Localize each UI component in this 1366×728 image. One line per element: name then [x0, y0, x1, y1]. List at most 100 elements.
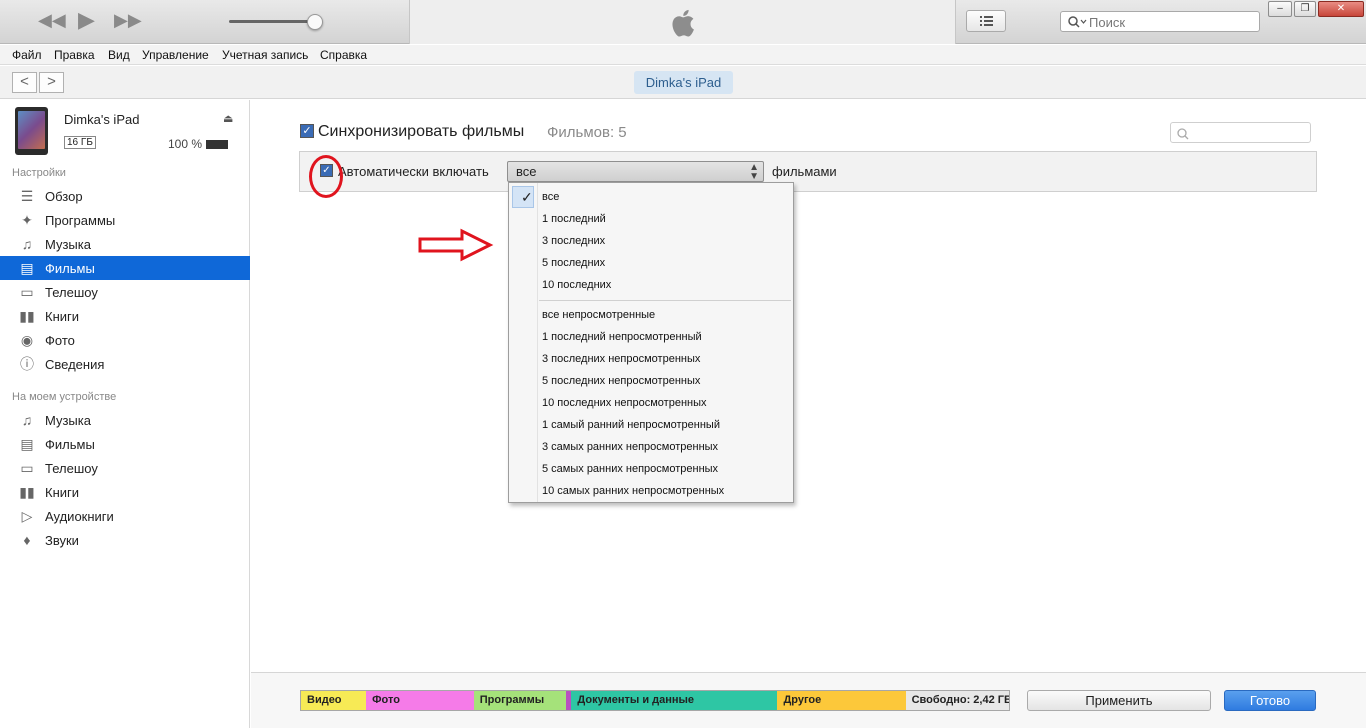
sidebar-item-label: Книги — [45, 485, 80, 500]
sidebar-item-label: Звуки — [45, 533, 79, 548]
device-capacity: 16 ГБ — [64, 136, 96, 149]
dropdown-option[interactable]: 3 последних — [542, 235, 605, 247]
apps-icon: ✦ — [21, 212, 33, 228]
capacity-segment: Программы — [473, 691, 567, 710]
sidebar-item-books[interactable]: ▮▮ Книги — [0, 304, 250, 328]
search-icon — [1177, 128, 1189, 140]
list-view-button[interactable] — [966, 10, 1006, 32]
dropdown-option[interactable]: все — [542, 191, 559, 203]
dropdown-option[interactable]: 10 самых ранних непросмотренных — [542, 485, 724, 497]
device-name: Dimka's iPad — [64, 112, 140, 127]
dropdown-option[interactable]: 5 последних непросмотренных — [542, 375, 700, 387]
sidebar-item-label: Музыка — [45, 237, 91, 252]
dropdown-option[interactable]: 5 самых ранних непросмотренных — [542, 463, 718, 475]
device-button[interactable]: Dimka's iPad — [634, 71, 733, 94]
dropdown-option[interactable]: 10 последних — [542, 279, 611, 291]
sidebar-item-label: Книги — [45, 309, 80, 324]
back-button[interactable]: < — [12, 72, 37, 93]
sidebar-item-overview[interactable]: ☰ Обзор — [0, 184, 250, 208]
film-icon: ▤ — [20, 436, 34, 452]
dropdown-menu: ✓ все 1 последний 3 последних 5 последни… — [508, 182, 794, 503]
sidebar-item-label: Телешоу — [45, 461, 98, 476]
volume-knob[interactable] — [306, 14, 323, 30]
sidebar-item-device-tv[interactable]: ▭ Телешоу — [0, 456, 250, 480]
sidebar-item-photos[interactable]: ◉ Фото — [0, 328, 250, 352]
tv-icon: ▭ — [20, 460, 34, 476]
capacity-segment: Свободно: 2,42 ГБ — [905, 691, 1009, 710]
search-input[interactable]: Поиск — [1060, 11, 1260, 32]
done-button[interactable]: Готово — [1224, 690, 1316, 711]
music-icon: ♫ — [21, 236, 33, 252]
sidebar-item-label: Программы — [45, 213, 116, 228]
minimize-button[interactable]: – — [1268, 1, 1292, 17]
dropdown-option[interactable]: 1 самый ранний непросмотренный — [542, 419, 720, 431]
sidebar-item-label: Фото — [45, 333, 75, 348]
sidebar-item-label: Фильмы — [45, 437, 95, 452]
dropdown-option[interactable]: 3 последних непросмотренных — [542, 353, 700, 365]
sync-movies-checkbox[interactable]: ✓ — [300, 124, 314, 138]
film-icon: ▤ — [20, 260, 34, 276]
search-icon — [1068, 16, 1087, 28]
close-button[interactable]: ✕ — [1318, 1, 1364, 17]
restore-button[interactable]: ❐ — [1294, 1, 1316, 17]
chevron-updown-icon: ▲ ▼ — [749, 162, 759, 182]
battery-percent: 100 % — [168, 137, 203, 151]
sidebar-item-label: Фильмы — [45, 261, 95, 276]
dropdown-option[interactable]: 5 последних — [542, 257, 605, 269]
sidebar-item-device-tones[interactable]: ♦ Звуки — [0, 528, 250, 552]
menu-view[interactable]: Вид — [108, 48, 130, 62]
overview-icon: ☰ — [20, 188, 34, 204]
auto-include-select[interactable]: все ▲ ▼ — [507, 161, 764, 182]
fast-forward-icon[interactable]: ▶▶ — [114, 10, 142, 31]
tv-icon: ▭ — [20, 284, 34, 300]
navigation-row: < > Dimka's iPad — [0, 66, 1366, 99]
capacity-segment: Фото — [366, 691, 474, 710]
audiobook-icon: ▷ — [21, 508, 33, 524]
sidebar-item-device-music[interactable]: ♫ Музыка — [0, 408, 250, 432]
dropdown-option[interactable]: все непросмотренные — [542, 309, 655, 321]
sidebar-item-label: Музыка — [45, 413, 91, 428]
checkmark-icon: ✓ — [521, 189, 533, 205]
list-icon — [980, 16, 993, 26]
auto-include-label: Автоматически включать — [338, 164, 489, 179]
films-word: фильмами — [772, 164, 837, 179]
capacity-segment: Видео — [301, 691, 367, 710]
sidebar-item-music[interactable]: ♫ Музыка — [0, 232, 250, 256]
sidebar-item-device-movies[interactable]: ▤ Фильмы — [0, 432, 250, 456]
capacity-segment: Документы и данные — [571, 691, 778, 710]
dropdown-option[interactable]: 1 последний непросмотренный — [542, 331, 702, 343]
dropdown-option[interactable]: 3 самых ранних непросмотренных — [542, 441, 718, 453]
eject-icon[interactable]: ⏏ — [223, 112, 233, 125]
sidebar: Dimka's iPad 16 ГБ 100 % ⏏ Настройки ☰ О… — [0, 100, 250, 728]
movies-search-input[interactable] — [1170, 122, 1311, 143]
sidebar-item-label: Аудиокниги — [45, 509, 114, 524]
dropdown-option[interactable]: 10 последних непросмотренных — [542, 397, 707, 409]
menu-bar: Файл Правка Вид Управление Учетная запис… — [0, 45, 1366, 65]
forward-button[interactable]: > — [39, 72, 64, 93]
sidebar-item-device-audiobooks[interactable]: ▷ Аудиокниги — [0, 504, 250, 528]
sidebar-item-device-books[interactable]: ▮▮ Книги — [0, 480, 250, 504]
sidebar-item-info[interactable]: ⓘ Сведения — [0, 352, 250, 376]
menu-edit[interactable]: Правка — [54, 48, 95, 62]
sidebar-item-tv[interactable]: ▭ Телешоу — [0, 280, 250, 304]
selected-marker: ✓ — [512, 186, 534, 208]
book-icon: ▮▮ — [19, 308, 35, 324]
ipad-icon — [15, 107, 48, 155]
dropdown-separator — [539, 300, 791, 301]
sidebar-item-label: Обзор — [45, 189, 83, 204]
camera-icon: ◉ — [20, 332, 34, 348]
sidebar-item-label: Телешоу — [45, 285, 98, 300]
play-icon[interactable]: ▶ — [78, 7, 95, 33]
dropdown-option[interactable]: 1 последний — [542, 213, 606, 225]
sidebar-item-apps[interactable]: ✦ Программы — [0, 208, 250, 232]
sidebar-item-movies[interactable]: ▤ Фильмы — [0, 256, 250, 280]
menu-help[interactable]: Справка — [320, 48, 367, 62]
sync-movies-label: Синхронизировать фильмы — [318, 123, 525, 140]
menu-account[interactable]: Учетная запись — [222, 48, 308, 62]
toolbar: ◀◀ ▶ ▶▶ Поиск – ❐ ✕ — [0, 0, 1366, 44]
apply-button[interactable]: Применить — [1027, 690, 1211, 711]
menu-file[interactable]: Файл — [12, 48, 42, 62]
rewind-icon[interactable]: ◀◀ — [38, 10, 66, 31]
menu-controls[interactable]: Управление — [142, 48, 209, 62]
info-icon: ⓘ — [20, 356, 34, 372]
